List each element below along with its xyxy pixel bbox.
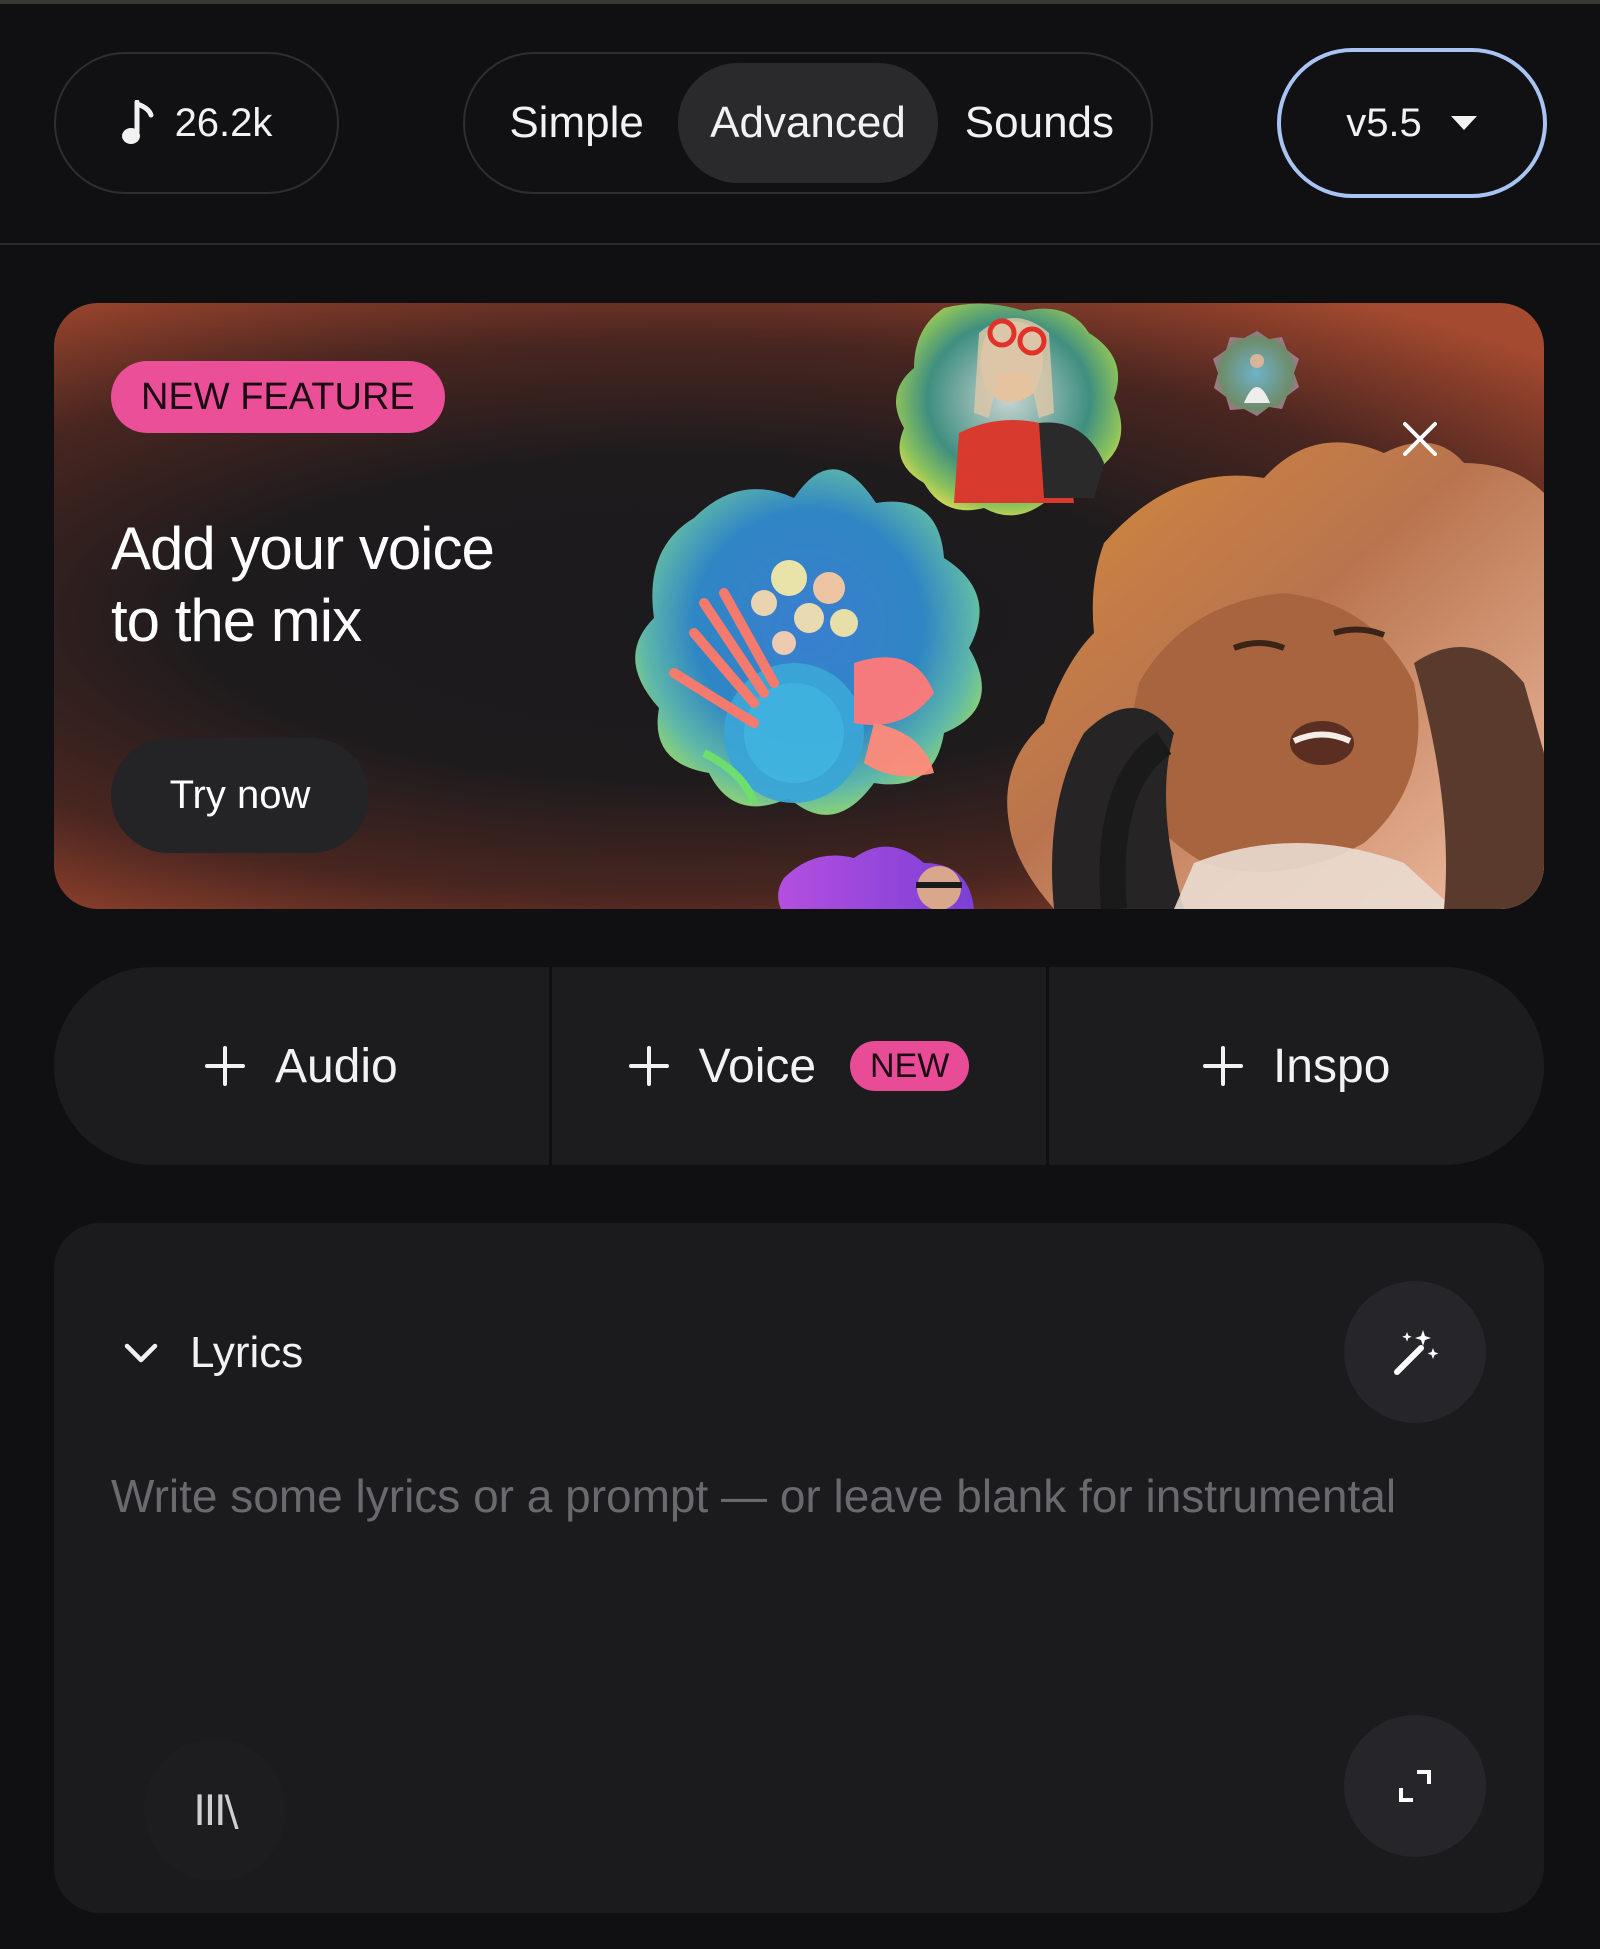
chevron-down-icon — [124, 1343, 158, 1363]
banner-title-line-1: Add your voice — [111, 515, 495, 582]
mode-switcher: Simple Advanced Sounds — [463, 52, 1153, 194]
mode-tab-sounds[interactable]: Sounds — [938, 63, 1141, 183]
expand-lyrics-button[interactable] — [1344, 1715, 1486, 1857]
add-audio-label: Audio — [274, 1039, 398, 1093]
plus-icon — [628, 1046, 669, 1086]
add-voice-button[interactable]: Voice NEW — [548, 967, 1047, 1165]
version-label: v5.5 — [1346, 100, 1422, 145]
plus-icon — [1202, 1046, 1243, 1086]
add-audio-button[interactable]: Audio — [54, 967, 549, 1165]
plus-icon — [204, 1046, 245, 1086]
header-divider — [0, 243, 1600, 245]
lyrics-input[interactable] — [111, 1451, 1501, 1541]
add-inspo-label: Inspo — [1272, 1039, 1391, 1093]
mode-tab-advanced[interactable]: Advanced — [678, 63, 938, 183]
lyrics-section-toggle[interactable]: Lyrics — [124, 1328, 303, 1378]
library-button[interactable]: III\ — [144, 1739, 286, 1881]
generate-lyrics-button[interactable] — [1344, 1281, 1486, 1423]
add-inspo-button[interactable]: Inspo — [1046, 967, 1544, 1165]
magic-wand-icon — [1394, 1330, 1439, 1375]
expand-icon — [1399, 1770, 1431, 1802]
banner-title-line-2: to the mix — [111, 587, 362, 654]
close-banner-button[interactable] — [1384, 403, 1456, 475]
mode-tab-simple[interactable]: Simple — [475, 63, 678, 183]
feature-banner: NEW FEATURE Add your voice to the mix Tr… — [54, 303, 1544, 909]
version-dropdown[interactable]: v5.5 — [1277, 48, 1547, 198]
lyrics-label: Lyrics — [190, 1328, 304, 1377]
library-icon: III\ — [193, 1785, 238, 1835]
new-badge: NEW — [850, 1041, 970, 1091]
window-top-edge — [0, 0, 1600, 4]
credits-count: 26.2k — [174, 100, 273, 145]
try-now-button[interactable]: Try now — [111, 738, 369, 853]
attachment-row: Audio Voice NEW Inspo — [54, 967, 1544, 1165]
new-feature-badge: NEW FEATURE — [111, 361, 445, 433]
add-voice-label: Voice — [698, 1039, 817, 1093]
lyrics-card: Lyrics III\ — [54, 1223, 1544, 1913]
close-icon — [1403, 422, 1437, 456]
music-note-icon — [121, 100, 154, 144]
credits-pill[interactable]: 26.2k — [54, 52, 339, 194]
caret-down-icon — [1450, 116, 1477, 130]
banner-title: Add your voice to the mix — [111, 513, 631, 657]
